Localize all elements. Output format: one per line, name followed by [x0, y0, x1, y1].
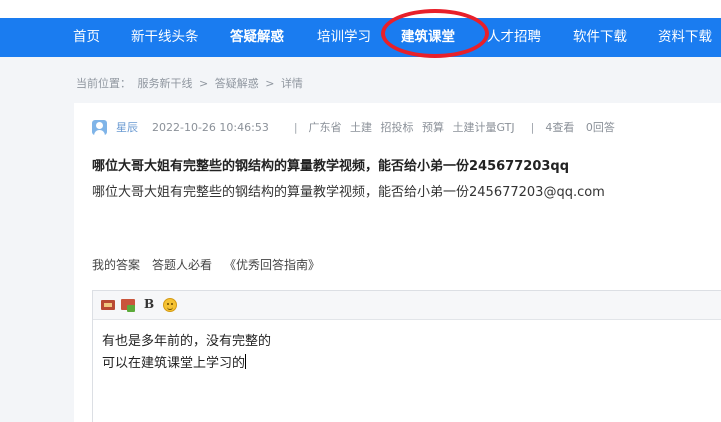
question-title: 哪位大哥大姐有完整些的钢结构的算量教学视频，能否给小弟一份245677203qq	[92, 159, 570, 174]
answer-guide-link[interactable]: 《优秀回答指南》	[224, 256, 320, 273]
post-time: 2022-10-26 10:46:53	[152, 120, 269, 134]
editor-line: 可以在建筑课堂上学习的	[102, 354, 247, 371]
view-count: 4查看	[545, 121, 575, 134]
editor-toolbar: B	[93, 291, 721, 320]
nav-item-training[interactable]: 培训学习	[317, 18, 371, 57]
breadcrumb-separator: >	[265, 77, 275, 90]
text-caret	[245, 354, 247, 369]
region-tag[interactable]: 广东省	[309, 121, 342, 134]
editor-text-area[interactable]: 有也是多年前的，没有完整的 可以在建筑课堂上学习的	[102, 331, 271, 375]
breadcrumb-prefix: 当前位置：	[76, 77, 131, 90]
nav-item-qa[interactable]: 答疑解惑	[230, 18, 284, 57]
nav-item-headlines[interactable]: 新干线头条	[131, 18, 199, 57]
breadcrumb-separator: >	[199, 77, 209, 90]
breadcrumb-current: 详情	[280, 77, 303, 90]
nav-item-software[interactable]: 软件下载	[573, 18, 627, 57]
insert-image-icon[interactable]	[101, 298, 116, 312]
answer-count: 0回答	[585, 121, 615, 134]
nav-item-jobs[interactable]: 人才招聘	[487, 18, 541, 57]
emoji-icon[interactable]	[163, 298, 177, 312]
upload-picture-icon[interactable]	[121, 298, 136, 312]
answerer-must-read-link[interactable]: 答题人必看	[152, 256, 212, 273]
top-whitespace	[0, 0, 721, 18]
editor-line: 有也是多年前的，没有完整的	[102, 334, 272, 349]
highlight-annotation-circle	[381, 9, 489, 58]
tag[interactable]: 土建	[350, 121, 372, 134]
tag[interactable]: 土建计量GTJ	[453, 121, 515, 134]
breadcrumb-link-qa[interactable]: 答疑解惑	[215, 77, 259, 90]
bold-button[interactable]: B	[144, 297, 159, 311]
nav-item-home[interactable]: 首页	[73, 18, 100, 57]
tag[interactable]: 预算	[422, 121, 444, 134]
tag[interactable]: 招投标	[381, 121, 414, 134]
answer-header: 我的答案 答题人必看 《优秀回答指南》	[92, 256, 332, 273]
breadcrumb: 当前位置： 服务新干线 > 答疑解惑 > 详情	[76, 75, 306, 91]
meta-divider: |	[530, 120, 535, 134]
nav-item-materials[interactable]: 资料下载	[658, 18, 712, 57]
author-name[interactable]: 星辰	[116, 119, 138, 135]
question-tags: 广东省 土建 招投标 预算 土建计量GTJ	[309, 119, 520, 135]
question-meta: 星辰 2022-10-26 10:46:53 | 广东省 土建 招投标 预算 土…	[92, 118, 623, 136]
question-stats: 4查看 0回答	[545, 119, 623, 135]
meta-divider: |	[293, 120, 298, 134]
my-answer-label: 我的答案	[92, 258, 141, 272]
main-nav: 首页 新干线头条 答疑解惑 培训学习 建筑课堂 人才招聘 软件下载 资料下载	[0, 18, 721, 57]
avatar[interactable]	[92, 119, 107, 135]
answer-editor: B 有也是多年前的，没有完整的 可以在建筑课堂上学习的	[92, 290, 721, 422]
question-body: 哪位大哥大姐有完整些的钢结构的算量教学视频，能否给小弟一份245677203@q…	[92, 185, 605, 200]
breadcrumb-link-service[interactable]: 服务新干线	[138, 77, 193, 90]
question-card: 星辰 2022-10-26 10:46:53 | 广东省 土建 招投标 预算 土…	[74, 103, 721, 422]
